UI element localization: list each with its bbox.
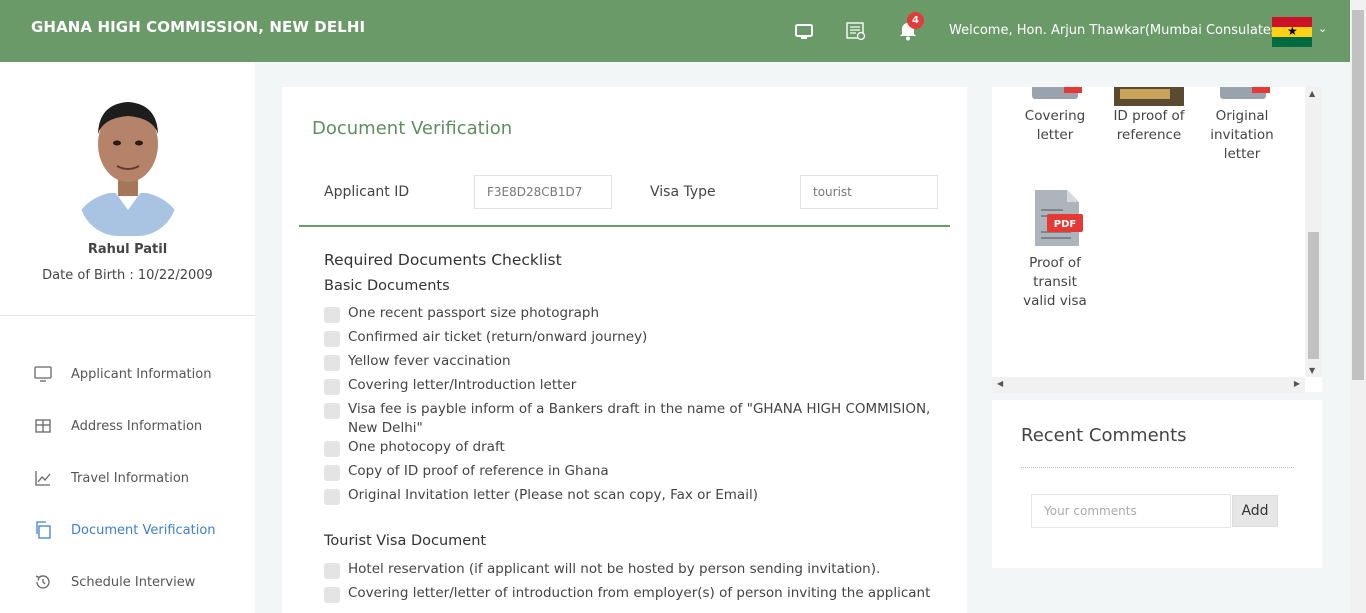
sidebar: Rahul Patil Date of Birth : 10/22/2009 A… [0,62,255,613]
document-label[interactable]: ID proof of reference [1108,107,1190,145]
checklist-item[interactable]: Hotel reservation (if applicant will not… [324,560,934,579]
checkbox[interactable] [324,355,340,371]
checklist-item[interactable]: Yellow fever vaccination [324,352,934,371]
divider [0,315,255,316]
applicant-id-field[interactable]: F3E8D28CB1D7 [474,175,612,209]
document-verification-card: Document Verification Applicant ID F3E8D… [282,87,967,613]
checklist-item[interactable]: Confirmed air ticket (return/onward jour… [324,328,934,347]
basic-documents-title: Basic Documents [324,278,450,294]
document-label[interactable]: Original invitation letter [1202,107,1282,164]
documents-horizontal-scrollbar[interactable]: ◀ ▶ [992,377,1305,393]
sidebar-item-schedule-interview[interactable]: Schedule Interview [34,570,195,594]
document-label[interactable]: Proof of transit valid visa [1016,254,1094,311]
visa-type-label: Visa Type [650,184,716,200]
sidebar-item-label: Travel Information [71,470,190,486]
checklist-item[interactable]: One recent passport size photograph [324,304,934,323]
copy-icon [36,521,51,539]
line-chart-icon [35,471,51,486]
checkbox[interactable] [324,379,340,395]
sidebar-item-label: Schedule Interview [71,574,196,590]
top-bar: GHANA HIGH COMMISSION, NEW DELHI 4 Welco… [0,0,1350,62]
sidebar-item-travel-information[interactable]: Travel Information [34,466,189,490]
history-icon [35,575,50,589]
comments-title: Recent Comments [1021,425,1187,446]
pdf-file-icon[interactable]: PDF [1033,188,1083,248]
table-icon [35,419,51,433]
page-title: Document Verification [312,118,513,139]
documents-panel: Covering letter ID proof of reference Or… [992,87,1322,392]
divider [299,225,950,227]
welcome-text: Welcome, Hon. Arjun Thawkar(Mumbai Consu… [949,23,1283,38]
profile-name: Rahul Patil [87,242,168,257]
sidebar-item-label: Address Information [71,418,203,434]
checklist-item[interactable]: Covering letter/Introduction letter [324,376,934,395]
applicant-id-label: Applicant ID [324,184,410,200]
checklist-item[interactable]: Covering letter/letter of introduction f… [324,584,934,603]
notification-badge: 4 [907,12,924,29]
checklist-title: Required Documents Checklist [324,251,562,269]
page-scrollbar[interactable] [1350,0,1366,613]
checkbox[interactable] [324,465,340,481]
add-comment-button[interactable]: Add [1232,495,1278,527]
comment-input[interactable]: Your comments [1031,494,1231,528]
documents-vertical-scrollbar[interactable]: ▲ ▼ [1305,87,1322,377]
file-icon[interactable] [1032,87,1082,99]
document-label[interactable]: Covering letter [1016,107,1094,145]
checkbox[interactable] [324,441,340,457]
visa-type-field[interactable]: tourist [800,175,938,209]
recent-comments-panel: Recent Comments Your comments Add [992,400,1322,568]
sidebar-item-label: Document Verification [71,522,216,538]
sidebar-item-address-information[interactable]: Address Information [34,414,202,438]
document-list-icon[interactable] [845,20,867,42]
checklist-item[interactable]: Original Invitation letter (Please not s… [324,486,934,505]
checkbox[interactable] [324,331,340,347]
pdf-badge: PDF [1054,219,1076,230]
checkbox[interactable] [324,563,340,579]
ghana-flag-icon[interactable]: ★ [1272,17,1312,47]
sidebar-item-document-verification[interactable]: Document Verification [34,518,216,542]
checklist-item[interactable]: One photocopy of draft [324,438,934,457]
checkbox[interactable] [324,403,340,419]
file-icon[interactable] [1220,87,1270,99]
tourist-documents-title: Tourist Visa Document [324,533,487,549]
chevron-down-icon[interactable]: ⌄ [1318,22,1327,35]
brand-title: GHANA HIGH COMMISSION, NEW DELHI [31,18,366,36]
divider [1021,467,1294,468]
checklist-item[interactable]: Copy of ID proof of reference in Ghana [324,462,934,481]
sidebar-item-applicant-information[interactable]: Applicant Information [34,362,211,386]
avatar [79,88,177,236]
checkbox[interactable] [324,307,340,323]
monitor-icon[interactable] [793,20,815,42]
monitor-icon [34,366,52,382]
image-thumbnail[interactable] [1114,87,1184,106]
profile-dob: Date of Birth : 10/22/2009 [42,268,213,283]
checklist-item[interactable]: Visa fee is payble inform of a Bankers d… [324,400,934,438]
checkbox[interactable] [324,587,340,603]
checkbox[interactable] [324,489,340,505]
sidebar-item-label: Applicant Information [71,366,212,382]
